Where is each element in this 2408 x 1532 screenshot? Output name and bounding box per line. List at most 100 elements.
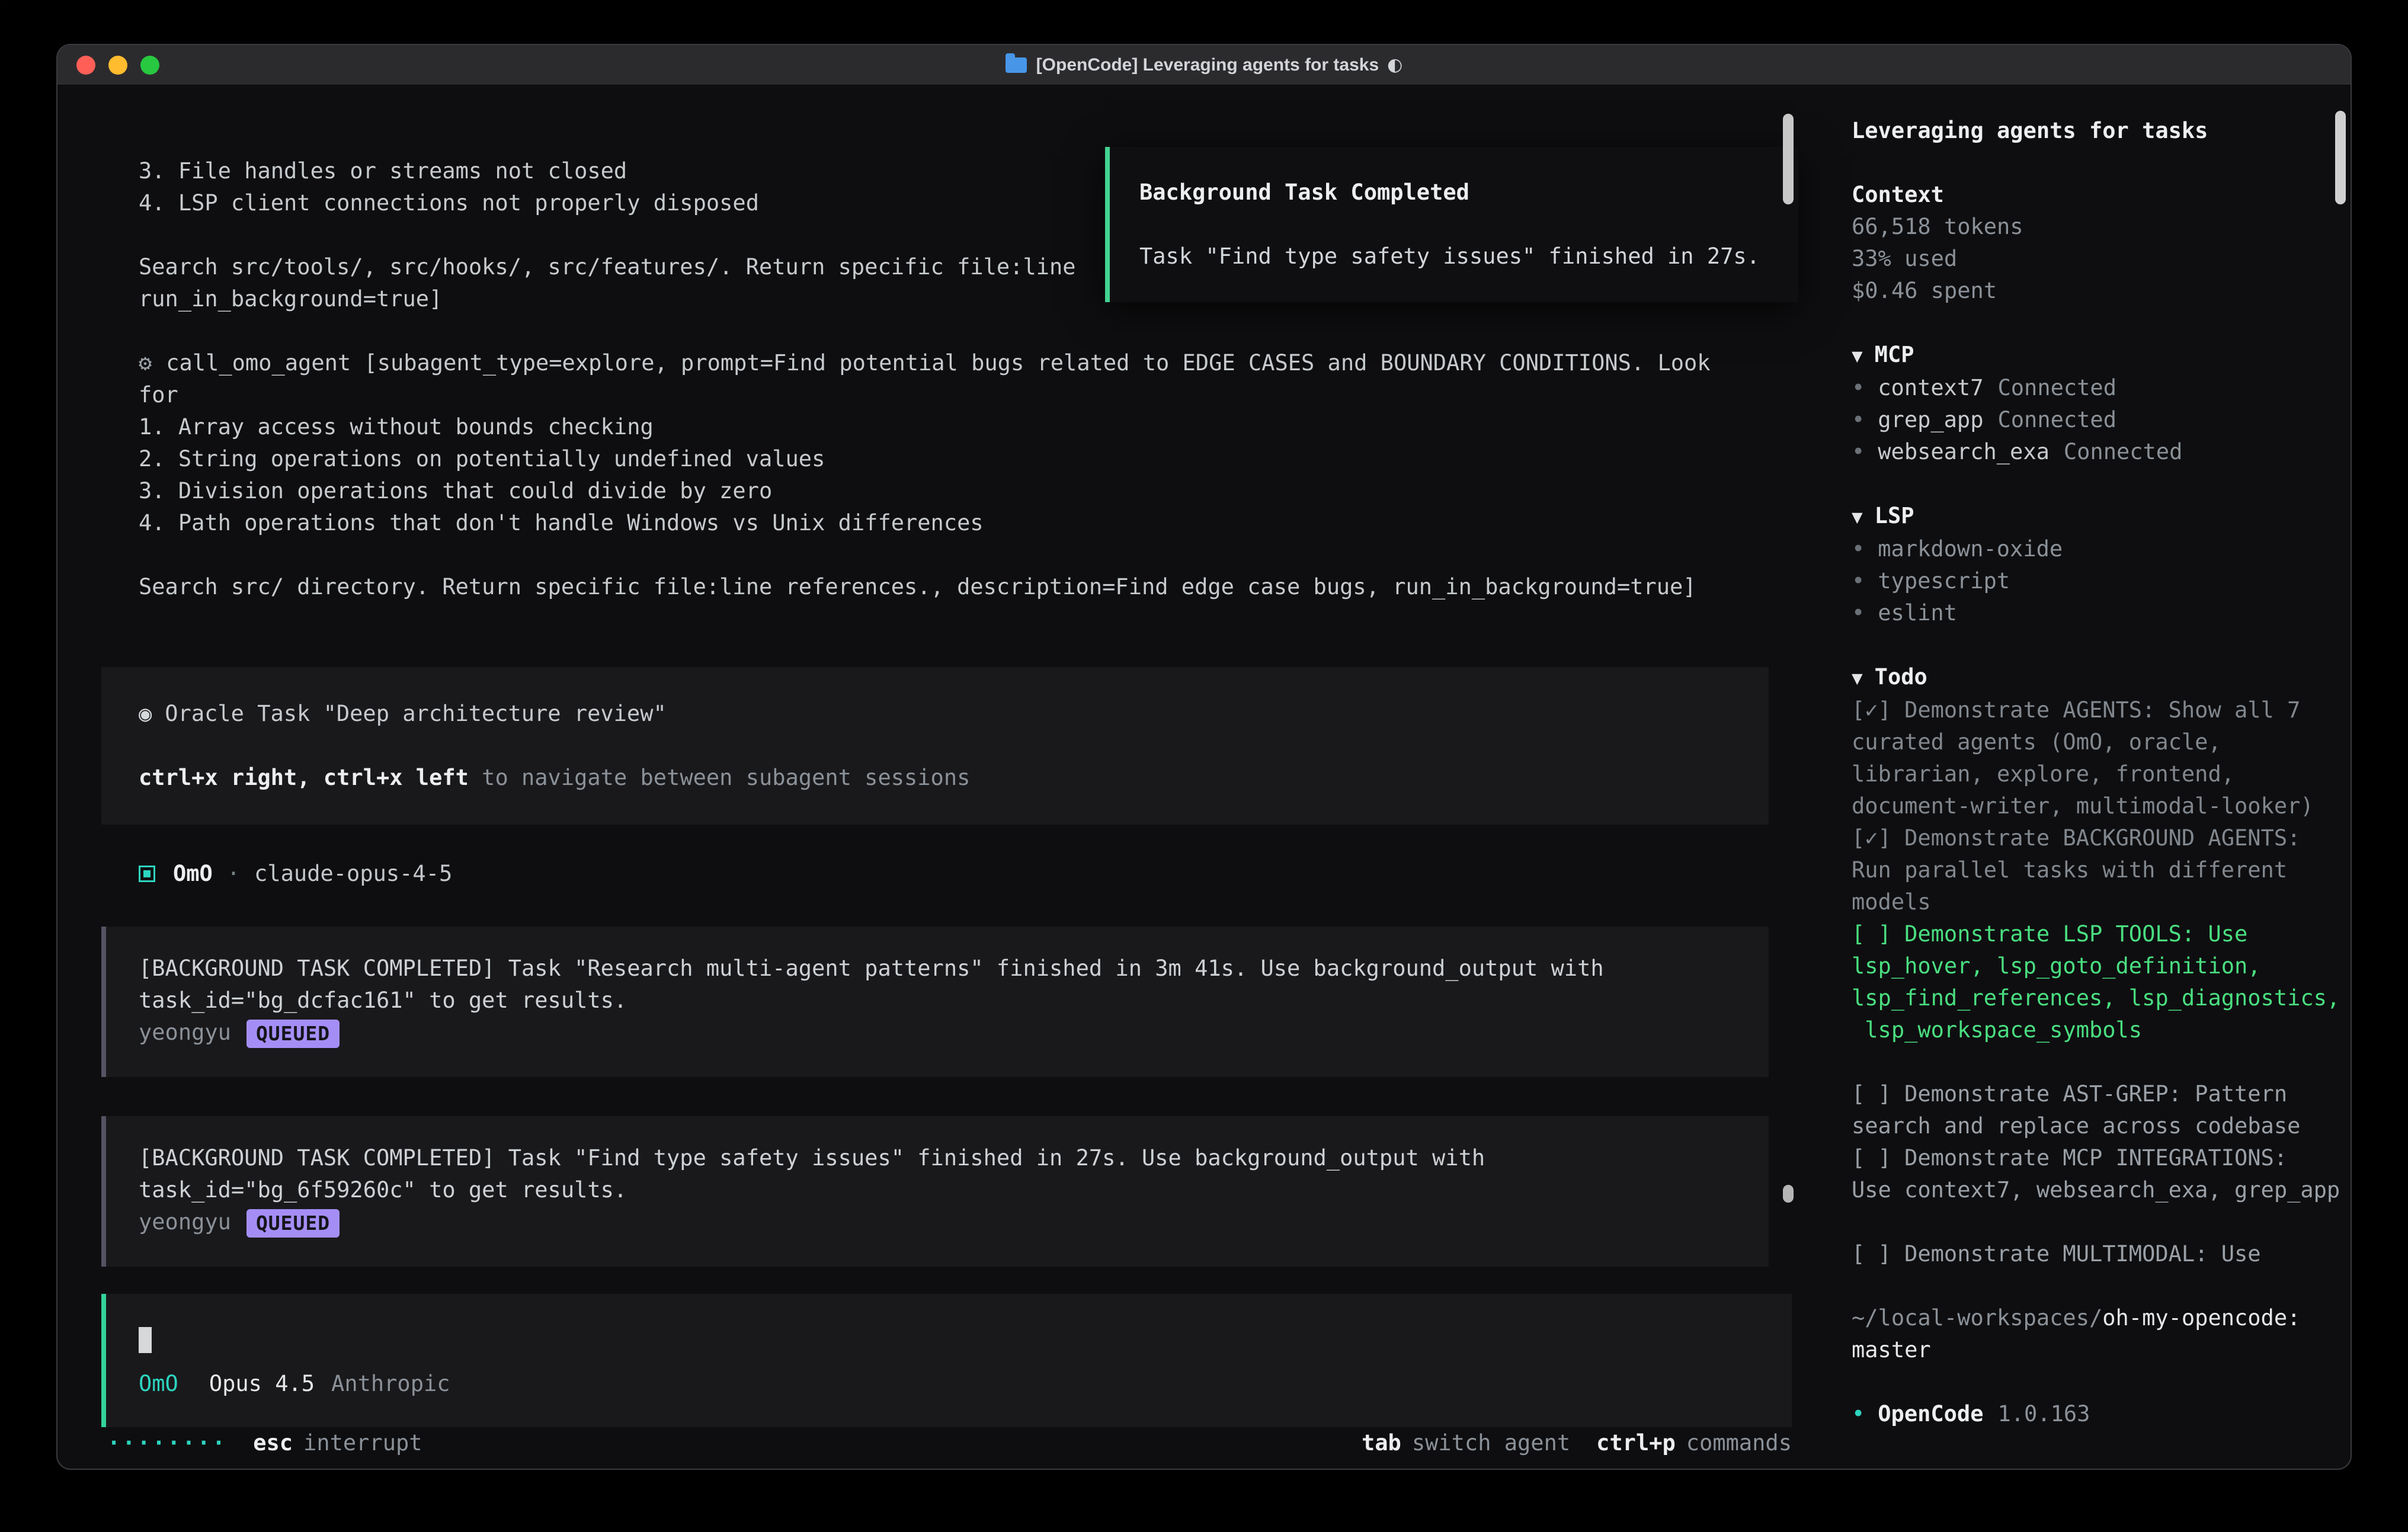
spinner-dots: ········ <box>107 1427 227 1459</box>
traffic-lights <box>76 45 159 85</box>
status-badge: QUEUED <box>246 1209 340 1238</box>
todo-item: [ ] Demonstrate AST-GREP: Pattern search… <box>1852 1078 2343 1142</box>
bullet-icon: • <box>1852 375 1865 400</box>
todo-item: [ ] Demonstrate MULTIMODAL: Use <box>1852 1238 2343 1270</box>
lsp-item: • markdown-oxide <box>1852 533 2343 565</box>
app-version: 1.0.163 <box>1998 1401 2090 1427</box>
input-model-name: Opus 4.5 <box>209 1368 315 1400</box>
zoom-button[interactable] <box>140 56 159 75</box>
mcp-heading: MCP <box>1875 342 1914 367</box>
output-line: 1. Array access without bounds checking <box>139 411 1757 443</box>
ctrlp-key-hint: ctrl+p <box>1596 1427 1676 1459</box>
lsp-name: typescript <box>1878 568 2010 594</box>
window-title: [OpenCode] Leveraging agents for tasks <box>1036 55 1379 75</box>
bullet-icon: • <box>1852 600 1865 626</box>
close-button[interactable] <box>76 56 95 75</box>
workspace-path-prefix: ~/local-workspaces/ <box>1852 1305 2102 1331</box>
oracle-task-panel: ◉Oracle Task "Deep architecture review" … <box>101 667 1769 825</box>
bullet-icon: • <box>1852 1401 1865 1427</box>
hint-text: to navigate between subagent sessions <box>469 765 970 790</box>
lsp-name: markdown-oxide <box>1878 536 2063 562</box>
mcp-name: websearch_exa <box>1878 439 2050 464</box>
chevron-down-icon: ▼ <box>1852 668 1863 689</box>
bullet-icon: • <box>1852 568 1865 594</box>
sidebar-scrollbar-thumb[interactable] <box>2335 111 2346 204</box>
todo-item: [ ] Demonstrate LSP TOOLS: Use lsp_hover… <box>1852 918 2343 1046</box>
oracle-task-title: Oracle Task "Deep architecture review" <box>165 701 666 726</box>
mcp-item: • websearch_exa Connected <box>1852 436 2343 468</box>
todo-heading: Todo <box>1875 664 1927 690</box>
context-tokens: 66,518 tokens <box>1852 211 2343 243</box>
task-message-line: task_id="bg_6f59260c" to get results. <box>139 1174 1733 1206</box>
lsp-heading: LSP <box>1875 503 1914 528</box>
main-scrollbar-thumb-bottom[interactable] <box>1783 1185 1794 1203</box>
lsp-item: • typescript <box>1852 565 2343 597</box>
task-meta: yeongyu QUEUED <box>139 1017 1733 1049</box>
esc-key-label: interrupt <box>303 1427 422 1459</box>
status-badge: QUEUED <box>246 1020 340 1048</box>
mcp-status: Connected <box>1998 375 2116 400</box>
terminal-window: [OpenCode] Leveraging agents for tasks ◐… <box>56 44 2352 1470</box>
main-scrollbar-thumb[interactable] <box>1783 114 1794 204</box>
chevron-down-icon: ▼ <box>1852 507 1863 528</box>
app-name: OpenCode <box>1878 1401 1983 1427</box>
lsp-item: • eslint <box>1852 597 2343 629</box>
tool-call-line: ⚙call_omo_agent [subagent_type=explore, … <box>139 347 1757 411</box>
gear-icon: ⚙ <box>139 350 152 376</box>
task-user: yeongyu <box>139 1020 231 1045</box>
agent-name: OmO <box>173 858 213 890</box>
background-task-panel: [BACKGROUND TASK COMPLETED] Task "Find t… <box>101 1116 1769 1267</box>
notification-title: Background Task Completed <box>1139 177 1782 209</box>
bullet-icon: • <box>1852 439 1865 464</box>
mcp-name: grep_app <box>1878 407 1983 432</box>
output-line: 4. Path operations that don't handle Win… <box>139 507 1757 539</box>
context-heading: Context <box>1852 179 2343 211</box>
dot-separator: · <box>227 858 240 890</box>
tab-key-hint: tab <box>1362 1427 1401 1459</box>
context-used: 33% used <box>1852 243 2343 275</box>
notification-body: Task "Find type safety issues" finished … <box>1139 241 1782 273</box>
esc-key-hint: esc <box>253 1427 293 1459</box>
status-bar-right: tab switch agent ctrl+p commands <box>1362 1427 1792 1459</box>
agent-model: claude-opus-4-5 <box>254 858 452 890</box>
tab-key-label: switch agent <box>1412 1427 1570 1459</box>
notification-toast: Background Task Completed Task "Find typ… <box>1105 147 1798 302</box>
oracle-icon: ◉ <box>139 701 152 726</box>
lsp-section-header: ▼ LSP <box>1852 500 2343 533</box>
conversation-pane: 3. File handles or streams not closed 4.… <box>57 85 1828 1469</box>
output-line: Search src/ directory. Return specific f… <box>139 571 1757 603</box>
window-title-group: [OpenCode] Leveraging agents for tasks ◐ <box>1006 55 1403 75</box>
tool-call-text: call_omo_agent [subagent_type=explore, p… <box>139 350 1724 408</box>
workspace-path-name: oh-my-opencode: <box>2102 1305 2300 1331</box>
session-indicator-icon: ◐ <box>1387 55 1402 75</box>
context-spent: $0.46 spent <box>1852 275 2343 307</box>
titlebar: [OpenCode] Leveraging agents for tasks ◐ <box>57 45 2351 85</box>
todo-item: [✓] Demonstrate AGENTS: Show all 7 curat… <box>1852 694 2343 822</box>
sidebar: Leveraging agents for tasks Context 66,5… <box>1828 85 2351 1469</box>
hint-keys: ctrl+x right, ctrl+x left <box>139 765 469 790</box>
todo-item: [ ] Demonstrate MCP INTEGRATIONS: Use co… <box>1852 1142 2343 1206</box>
bullet-icon: • <box>1852 407 1865 432</box>
bullet-icon: • <box>1852 536 1865 562</box>
chevron-down-icon: ▼ <box>1852 345 1863 367</box>
mcp-status: Connected <box>2064 439 2182 464</box>
input-provider-name: Anthropic <box>331 1368 450 1400</box>
todo-item: [✓] Demonstrate BACKGROUND AGENTS: Run p… <box>1852 822 2343 918</box>
task-message-line: [BACKGROUND TASK COMPLETED] Task "Resear… <box>139 953 1733 985</box>
oracle-task-title-line: ◉ Oracle Task "Deep architecture review" <box>139 698 1745 730</box>
status-bar: ········ esc interrupt tab switch agent … <box>57 1427 1828 1469</box>
lsp-name: eslint <box>1878 600 1957 626</box>
minimize-button[interactable] <box>108 56 127 75</box>
workspace-branch: master <box>1852 1334 2343 1366</box>
output-line: 3. Division operations that could divide… <box>139 475 1757 507</box>
mcp-status: Connected <box>1998 407 2116 432</box>
prompt-input[interactable]: OmO Opus 4.5 Anthropic <box>101 1294 1792 1427</box>
agent-session-header: OmO · claude-opus-4-5 <box>139 858 1828 890</box>
text-cursor <box>139 1327 152 1353</box>
todo-section-header: ▼ Todo <box>1852 661 2343 694</box>
ctrlp-key-label: commands <box>1686 1427 1792 1459</box>
session-title: Leveraging agents for tasks <box>1852 115 2343 147</box>
mcp-name: context7 <box>1878 375 1983 400</box>
mcp-item: • context7 Connected <box>1852 372 2343 404</box>
app-version-line: • OpenCode 1.0.163 <box>1852 1398 2343 1430</box>
